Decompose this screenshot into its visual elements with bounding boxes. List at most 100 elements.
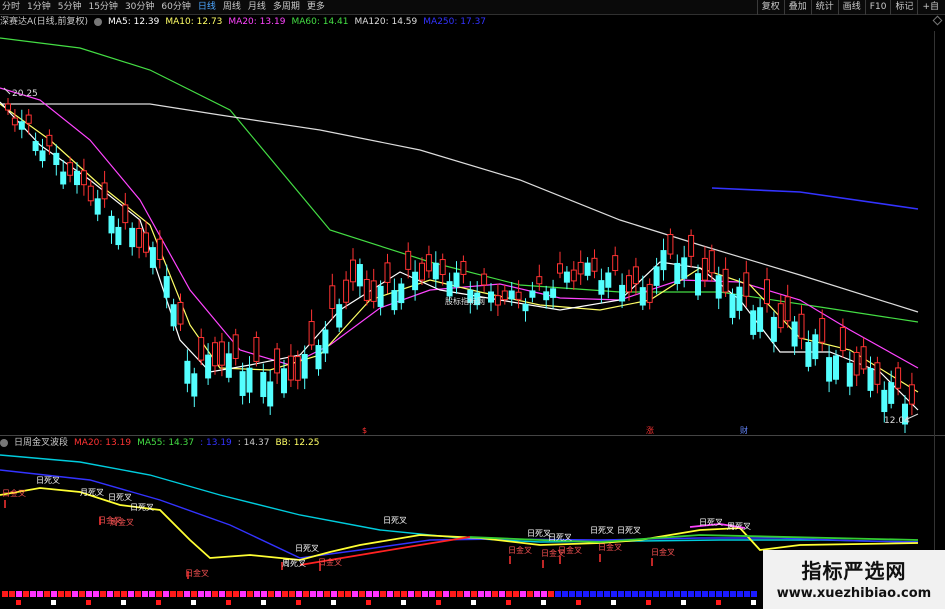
status-block (142, 591, 148, 597)
status-block (478, 591, 484, 597)
status-block (604, 591, 610, 597)
signal-label: 日死叉 (36, 476, 60, 485)
status-block (576, 591, 582, 597)
candle-body (425, 254, 432, 272)
signal-label: 日金叉 (651, 547, 675, 557)
candle-body (570, 269, 577, 282)
status-block (618, 591, 624, 597)
status-block (499, 591, 505, 597)
candle-body (191, 373, 198, 397)
status-block (695, 591, 701, 597)
status-dot (226, 600, 231, 605)
status-block (121, 591, 127, 597)
signal-label: 日金叉 (558, 545, 582, 555)
status-block (16, 591, 22, 597)
watermark-url: www.xuezhibiao.com (776, 586, 932, 601)
signal-label: 日死叉 (699, 518, 723, 527)
ma250-line (711, 187, 919, 210)
candle-body (488, 291, 494, 303)
status-block (317, 591, 323, 597)
candle-body (46, 134, 53, 147)
signal-label: 周死叉 (282, 559, 306, 568)
status-block (387, 591, 393, 597)
candle-body (529, 290, 536, 298)
status-block (296, 591, 302, 597)
status-dot (681, 600, 686, 605)
candle-body (25, 114, 32, 124)
candle-body (253, 336, 260, 362)
status-block (366, 591, 372, 597)
kline-chart[interactable]: 20.2512.04股标指标网$ 涨财日死叉月死叉日金叉 日死叉日死叉日金叉周金叉日… (0, 0, 945, 609)
signal-label: 周金叉 (110, 517, 134, 527)
status-block (191, 591, 197, 597)
candle-body (260, 372, 267, 398)
status-block (170, 591, 176, 597)
status-block (156, 591, 162, 597)
status-dot (401, 600, 406, 605)
status-block (730, 591, 736, 597)
candle-body (791, 321, 798, 347)
status-block (261, 591, 267, 597)
status-block (751, 591, 757, 597)
status-block (422, 591, 428, 597)
candle-body (846, 362, 853, 387)
status-block (401, 591, 407, 597)
candle-body (74, 170, 80, 186)
status-block (2, 591, 8, 597)
candle-body (136, 227, 143, 248)
high-price-label: 20.25 (12, 89, 38, 99)
candle-body (660, 250, 667, 271)
status-block (338, 591, 344, 597)
status-block (30, 591, 36, 597)
candle-body (115, 226, 122, 246)
status-block (709, 591, 715, 597)
candle-body (446, 281, 453, 297)
candle-body (5, 103, 11, 111)
status-block (184, 591, 190, 597)
candle-body (819, 318, 826, 343)
candle-body (170, 304, 177, 327)
status-block (219, 591, 225, 597)
candle-body (60, 171, 67, 185)
status-block (149, 591, 155, 597)
candle-body (149, 247, 156, 268)
status-dot (296, 600, 301, 605)
status-block (58, 591, 64, 597)
status-dot (576, 600, 581, 605)
status-block (394, 591, 400, 597)
status-block (611, 591, 617, 597)
status-block (702, 591, 708, 597)
candle-body (481, 273, 488, 286)
candle-body (212, 342, 218, 367)
candle-body (543, 291, 550, 301)
candle-body (412, 271, 419, 291)
candle-body (833, 355, 839, 380)
status-dot (156, 600, 161, 605)
candle-body (177, 302, 184, 325)
status-block (597, 591, 603, 597)
status-block (450, 591, 456, 597)
status-block (653, 591, 659, 597)
signal-label: 日死叉 (108, 493, 132, 502)
candle-body (39, 150, 46, 162)
status-block (205, 591, 211, 597)
status-block (51, 591, 57, 597)
status-block (716, 591, 722, 597)
status-block (345, 591, 351, 597)
candle-body (674, 262, 681, 284)
status-block (79, 591, 85, 597)
candle-body (736, 286, 743, 311)
status-block (443, 591, 449, 597)
status-block (107, 591, 113, 597)
status-dot (751, 600, 756, 605)
candle-body (770, 316, 777, 342)
candle-body (695, 273, 701, 296)
candle-body (605, 272, 612, 288)
status-dot (331, 600, 336, 605)
candle-body (432, 262, 439, 280)
candle-body (777, 303, 784, 329)
status-block (289, 591, 295, 597)
candle-body (501, 290, 508, 301)
status-block (65, 591, 71, 597)
signal-label: 日死叉 (590, 526, 614, 535)
